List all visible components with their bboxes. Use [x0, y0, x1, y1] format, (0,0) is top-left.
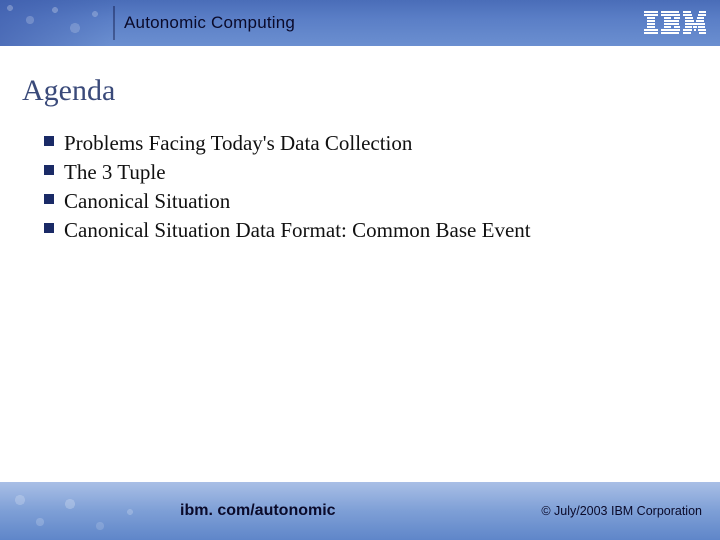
header-bar: Autonomic Computing: [0, 0, 720, 46]
slide-body: Agenda Problems Facing Today's Data Coll…: [0, 46, 720, 482]
footer-url: ibm. com/autonomic: [180, 482, 336, 540]
list-item: Canonical Situation Data Format: Common …: [44, 217, 686, 244]
ibm-logo-icon: [644, 0, 706, 46]
list-item: Canonical Situation: [44, 188, 686, 215]
page-title: Agenda: [22, 74, 686, 108]
header-decoration: [0, 0, 110, 46]
footer-decoration: [0, 482, 150, 540]
footer-bar: ibm. com/autonomic © July/2003 IBM Corpo…: [0, 482, 720, 540]
header-divider: [113, 6, 115, 40]
list-item: Problems Facing Today's Data Collection: [44, 130, 686, 157]
agenda-list: Problems Facing Today's Data Collection …: [22, 130, 686, 244]
list-item: The 3 Tuple: [44, 159, 686, 186]
slide: Autonomic Computing: [0, 0, 720, 540]
header-title: Autonomic Computing: [124, 0, 295, 46]
footer-copyright: © July/2003 IBM Corporation: [541, 482, 702, 540]
